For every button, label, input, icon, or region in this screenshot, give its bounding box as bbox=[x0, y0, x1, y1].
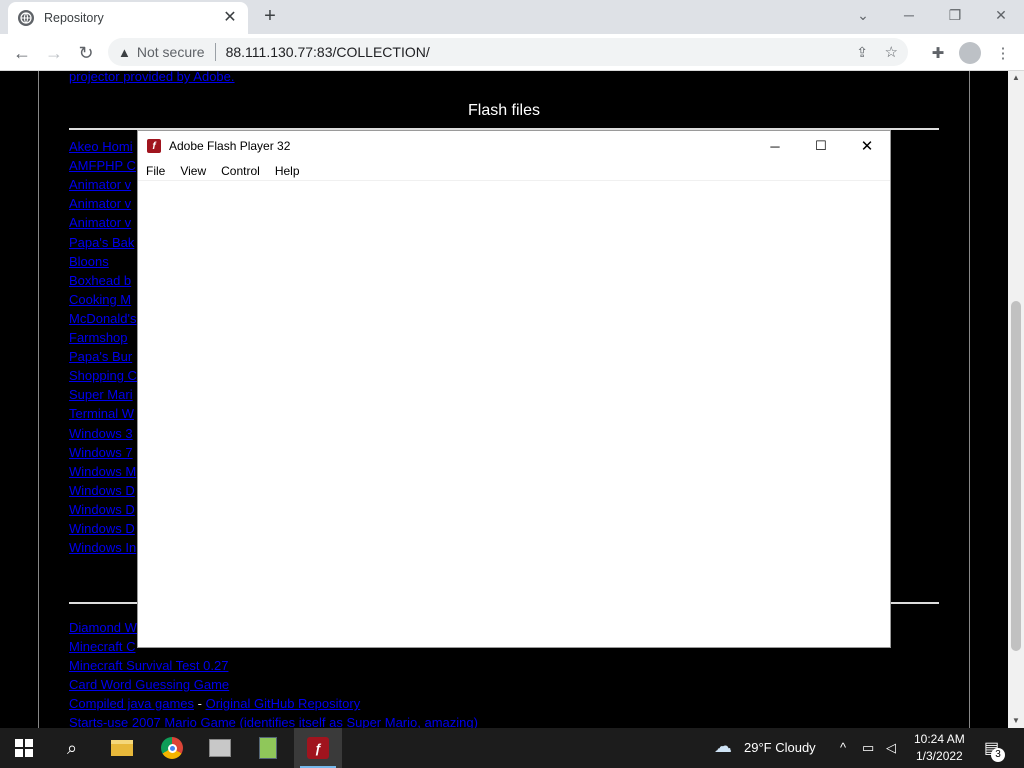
other-file-link[interactable]: Diamond W bbox=[69, 620, 137, 635]
scrollbar-thumb[interactable] bbox=[1011, 301, 1021, 651]
flash-title-bar[interactable]: f Adobe Flash Player 32 ─ ☐ ✕ bbox=[138, 131, 890, 161]
flash-file-link[interactable]: Windows D bbox=[69, 483, 135, 498]
menu-help[interactable]: Help bbox=[275, 164, 300, 178]
tab-search-icon[interactable]: ⌄ bbox=[840, 0, 886, 30]
other-file-link[interactable]: Minecraft Survival Test 0.27 bbox=[69, 658, 228, 673]
warning-icon: ▲ bbox=[118, 44, 131, 60]
notepad-app-icon[interactable] bbox=[244, 728, 292, 768]
flash-minimize-icon[interactable]: ─ bbox=[752, 131, 798, 161]
flash-logo-icon: f bbox=[147, 139, 161, 153]
share-icon[interactable]: ⇪ bbox=[856, 44, 868, 61]
menu-view[interactable]: View bbox=[180, 164, 206, 178]
github-repo-link[interactable]: Original GitHub Repository bbox=[206, 696, 361, 711]
clock-time[interactable]: 10:24 AM bbox=[914, 732, 965, 746]
flash-file-link[interactable]: Bloons bbox=[69, 254, 109, 269]
menu-control[interactable]: Control bbox=[221, 164, 260, 178]
page-scrollbar[interactable]: ▲ ▼ bbox=[1008, 71, 1024, 728]
browser-toolbar: ← → ↻ ▲ Not secure 88.111.130.77:83/COLL… bbox=[0, 34, 1024, 71]
flash-file-link[interactable]: Terminal W bbox=[69, 406, 134, 421]
profile-avatar-icon[interactable] bbox=[959, 42, 981, 64]
cloud-weather-icon[interactable]: ☁ bbox=[714, 736, 732, 757]
other-file-link[interactable]: Minecraft C bbox=[69, 639, 135, 654]
minimize-icon[interactable]: ─ bbox=[886, 0, 932, 30]
other-file-link[interactable]: Card Word Guessing Game bbox=[69, 677, 229, 692]
globe-icon bbox=[18, 10, 34, 26]
flash-file-link[interactable]: AMFPHP C bbox=[69, 158, 136, 173]
section-heading: Flash files bbox=[467, 102, 541, 119]
bookmark-star-icon[interactable]: ☆ bbox=[885, 43, 898, 61]
back-arrow-icon[interactable]: ← bbox=[8, 39, 36, 67]
flash-close-icon[interactable]: ✕ bbox=[844, 131, 890, 161]
flash-maximize-icon[interactable]: ☐ bbox=[798, 131, 844, 161]
flash-file-link[interactable]: Windows M bbox=[69, 464, 136, 479]
omnibox-divider bbox=[214, 43, 216, 61]
windows-taskbar: ⌕ ƒ ☁ 29°F Cloudy ^ ▭ ◁ 10:24 AM 1/3/202… bbox=[0, 728, 1024, 768]
adobe-projector-link[interactable]: projector provided by Adobe. bbox=[69, 71, 235, 84]
flash-file-link[interactable]: Windows D bbox=[69, 521, 135, 536]
network-icon[interactable]: ▭ bbox=[862, 740, 874, 756]
menu-file[interactable]: File bbox=[146, 164, 165, 178]
close-window-icon[interactable]: ✕ bbox=[978, 0, 1024, 30]
flash-player-window: f Adobe Flash Player 32 ─ ☐ ✕ File View … bbox=[138, 131, 890, 647]
flash-file-link[interactable]: Papa's Bur bbox=[69, 349, 132, 364]
url-text[interactable]: 88.111.130.77:83/COLLECTION/ bbox=[226, 44, 430, 60]
security-label[interactable]: Not secure bbox=[137, 44, 205, 60]
flash-file-link[interactable]: Animator v bbox=[69, 196, 131, 211]
flash-menu-bar: File View Control Help bbox=[138, 161, 890, 181]
new-tab-button[interactable]: + bbox=[258, 6, 282, 28]
flash-file-link[interactable]: Animator v bbox=[69, 177, 131, 192]
browser-tab-strip: Repository ✕ + ⌄ ─ ❐ ✕ bbox=[0, 0, 1024, 34]
flash-player-taskbar-icon[interactable]: ƒ bbox=[294, 728, 342, 768]
flash-file-link[interactable]: Super Mari bbox=[69, 387, 133, 402]
flash-file-link[interactable]: Windows D bbox=[69, 502, 135, 517]
desktop: Repository ✕ + ⌄ ─ ❐ ✕ ← → ↻ ▲ Not secur… bbox=[0, 0, 1024, 768]
chevron-up-icon[interactable]: ^ bbox=[840, 740, 846, 755]
tab-title: Repository bbox=[44, 11, 104, 25]
java-separator: - bbox=[194, 696, 206, 711]
chrome-icon[interactable] bbox=[148, 728, 196, 768]
flash-file-link[interactable]: Animator v bbox=[69, 215, 131, 230]
file-explorer-icon[interactable] bbox=[98, 728, 146, 768]
scroll-down-icon[interactable]: ▼ bbox=[1008, 714, 1024, 728]
restore-icon[interactable]: ❐ bbox=[932, 0, 978, 30]
tab-close-icon[interactable]: ✕ bbox=[222, 10, 238, 26]
start-button[interactable] bbox=[0, 728, 48, 768]
flash-file-link[interactable]: Cooking M bbox=[69, 292, 131, 307]
divider-top bbox=[69, 128, 939, 130]
flash-file-link[interactable]: Farmshop bbox=[69, 330, 128, 345]
forward-arrow-icon[interactable]: → bbox=[40, 39, 68, 67]
network-app-icon[interactable] bbox=[196, 728, 244, 768]
flash-file-link[interactable]: Windows 7 bbox=[69, 445, 133, 460]
flash-file-link[interactable]: Boxhead b bbox=[69, 273, 131, 288]
flash-file-link[interactable]: McDonald's bbox=[69, 311, 137, 326]
extensions-puzzle-icon[interactable]: ✚ bbox=[925, 40, 951, 66]
flash-stage[interactable] bbox=[138, 181, 890, 647]
flash-file-link[interactable]: Windows 3 bbox=[69, 426, 133, 441]
volume-muted-icon[interactable]: ◁ bbox=[886, 740, 896, 756]
flash-window-title: Adobe Flash Player 32 bbox=[169, 139, 291, 153]
browser-tab[interactable]: Repository ✕ bbox=[8, 2, 248, 34]
clock-date[interactable]: 1/3/2022 bbox=[916, 749, 963, 763]
flash-file-link[interactable]: Shopping C bbox=[69, 368, 137, 383]
flash-file-link[interactable]: Papa's Bak bbox=[69, 235, 134, 250]
search-icon[interactable]: ⌕ bbox=[48, 728, 96, 768]
reload-icon[interactable]: ↻ bbox=[72, 39, 100, 67]
address-bar[interactable]: ▲ Not secure 88.111.130.77:83/COLLECTION… bbox=[108, 38, 908, 66]
windows-logo-icon bbox=[15, 739, 33, 757]
menu-kebab-icon[interactable]: ⋮ bbox=[990, 40, 1016, 66]
weather-text[interactable]: 29°F Cloudy bbox=[744, 740, 816, 755]
notification-count-badge: 3 bbox=[991, 748, 1005, 762]
flash-file-link[interactable]: Akeo Homi bbox=[69, 139, 133, 154]
java-games-link[interactable]: Compiled java games bbox=[69, 696, 194, 711]
flash-file-link[interactable]: Windows In bbox=[69, 540, 136, 555]
mario-game-link[interactable]: Starts-use 2007 Mario Game (identifies i… bbox=[69, 715, 478, 728]
java-line: Compiled java games - Original GitHub Re… bbox=[69, 696, 360, 711]
scroll-up-icon[interactable]: ▲ bbox=[1008, 71, 1024, 85]
